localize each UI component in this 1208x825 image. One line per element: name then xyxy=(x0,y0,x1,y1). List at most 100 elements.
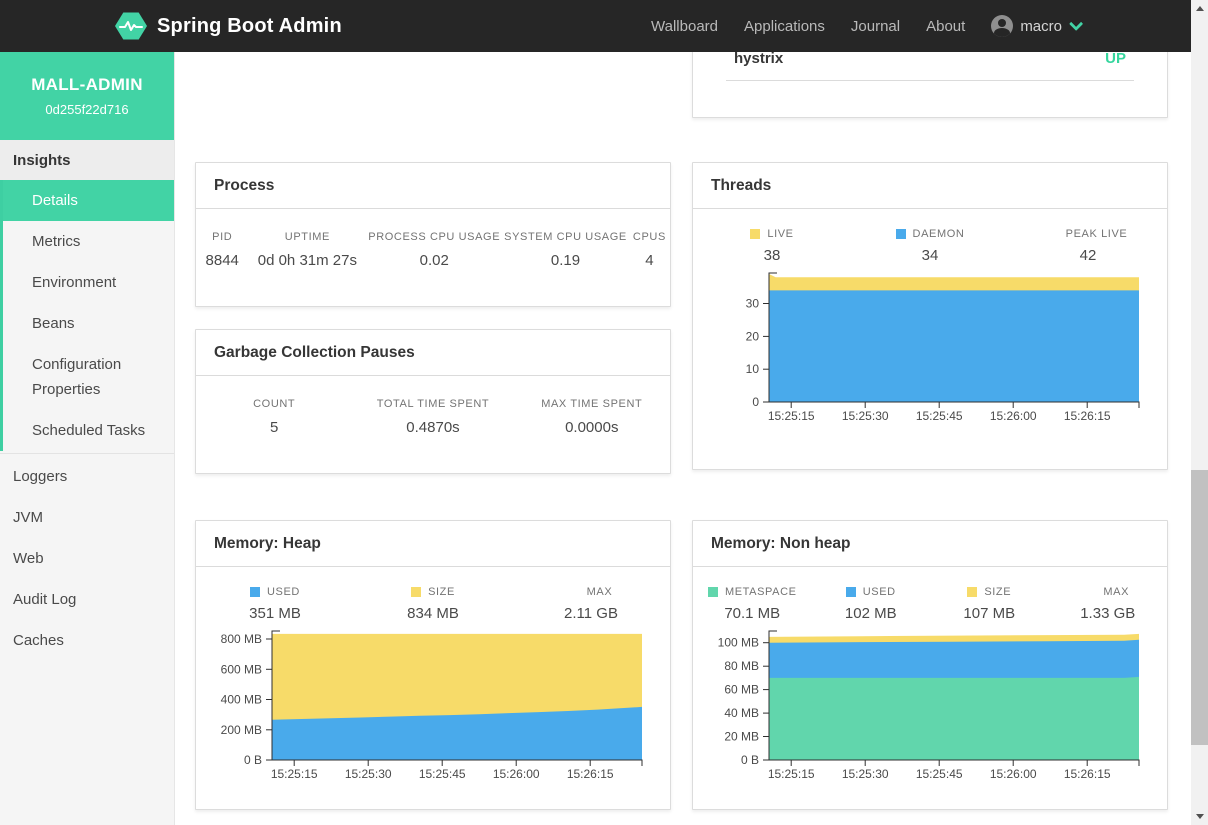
sidebar: MALL-ADMIN 0d255f22d716 Insights Details… xyxy=(0,52,175,825)
nonheap-used-value: 102 MB xyxy=(845,605,897,622)
user-menu[interactable]: macro xyxy=(991,15,1079,37)
sidebar-section-insights[interactable]: Insights xyxy=(0,140,174,180)
process-cpus-value: 4 xyxy=(629,243,670,269)
process-col-process-cpu: PROCESS CPU USAGE xyxy=(366,231,502,243)
memory-nonheap-panel: Memory: Non heap METASPACE70.1 MB USED10… xyxy=(692,520,1168,810)
process-col-system-cpu: SYSTEM CPU USAGE xyxy=(502,231,629,243)
svg-text:15:25:45: 15:25:45 xyxy=(916,767,963,779)
svg-text:15:25:30: 15:25:30 xyxy=(842,767,889,779)
process-system-cpu-value: 0.19 xyxy=(502,243,629,269)
memory-nonheap-title: Memory: Non heap xyxy=(693,521,1167,567)
svg-text:15:25:30: 15:25:30 xyxy=(842,409,889,421)
svg-text:15:26:00: 15:26:00 xyxy=(990,409,1037,421)
svg-text:15:25:45: 15:25:45 xyxy=(916,409,963,421)
sidebar-item-caches[interactable]: Caches xyxy=(0,620,174,661)
sidebar-item-jvm[interactable]: JVM xyxy=(0,497,174,538)
user-avatar-icon xyxy=(991,15,1013,37)
process-panel: Process PID UPTIME PROCESS CPU USAGE SYS… xyxy=(195,162,671,307)
sidebar-item-beans[interactable]: Beans xyxy=(3,303,174,344)
heap-max-label: MAX xyxy=(587,586,613,598)
threads-peak-value: 42 xyxy=(1080,247,1097,264)
heap-max-value: 2.11 GB xyxy=(564,605,618,622)
memory-heap-title: Memory: Heap xyxy=(196,521,670,567)
left-column: Process PID UPTIME PROCESS CPU USAGE SYS… xyxy=(195,52,671,810)
memory-heap-panel: Memory: Heap USED351 MB SIZE834 MB MAX2.… xyxy=(195,520,671,810)
nav-item-about[interactable]: About xyxy=(926,18,965,35)
svg-text:10: 10 xyxy=(746,362,760,376)
nonheap-max-label: MAX xyxy=(1103,586,1129,598)
svg-text:40 MB: 40 MB xyxy=(724,706,759,720)
svg-text:15:25:15: 15:25:15 xyxy=(768,409,815,421)
heap-used-value: 351 MB xyxy=(249,605,301,622)
svg-text:0: 0 xyxy=(752,395,759,409)
nonheap-metaspace-swatch-icon xyxy=(708,587,718,597)
sidebar-item-web[interactable]: Web xyxy=(0,538,174,579)
gc-max-time-value: 0.0000s xyxy=(514,410,670,436)
scroll-up-arrow-icon xyxy=(1196,6,1204,11)
memory-nonheap-legend: METASPACE70.1 MB USED102 MB SIZE107 MB M… xyxy=(693,586,1167,622)
sidebar-instance-id: 0d255f22d716 xyxy=(45,102,128,117)
sidebar-item-loggers[interactable]: Loggers xyxy=(0,456,174,497)
process-pid-value: 8844 xyxy=(196,243,248,269)
svg-text:15:25:15: 15:25:15 xyxy=(768,767,815,779)
heap-size-swatch-icon xyxy=(411,587,421,597)
nonheap-used-swatch-icon xyxy=(846,587,856,597)
svg-text:15:25:15: 15:25:15 xyxy=(271,767,318,779)
heap-used-swatch-icon xyxy=(250,587,260,597)
process-col-uptime: UPTIME xyxy=(248,231,366,243)
threads-peak-label: PEAK LIVE xyxy=(1066,228,1128,240)
process-col-cpus: CPUS xyxy=(629,231,670,243)
status-badge: UP xyxy=(1105,50,1126,67)
memory-heap-legend: USED351 MB SIZE834 MB MAX2.11 GB xyxy=(196,586,670,622)
threads-panel: Threads LIVE38 DAEMON34 PEAK LIVE42 0102… xyxy=(692,162,1168,470)
gc-stats-table: COUNT TOTAL TIME SPENT MAX TIME SPENT 5 … xyxy=(196,398,670,436)
sidebar-item-details[interactable]: Details xyxy=(3,180,174,221)
threads-daemon-value: 34 xyxy=(922,247,939,264)
svg-text:20: 20 xyxy=(746,329,760,343)
memory-nonheap-chart: 0 B20 MB40 MB60 MB80 MB100 MB15:25:1515:… xyxy=(693,627,1167,779)
threads-daemon-swatch-icon xyxy=(896,229,906,239)
gc-panel: Garbage Collection Pauses COUNT TOTAL TI… xyxy=(195,329,671,474)
sidebar-item-scheduled-tasks[interactable]: Scheduled Tasks xyxy=(3,410,174,451)
process-uptime-value: 0d 0h 31m 27s xyxy=(248,243,366,269)
sidebar-bottom-menu: Loggers JVM Web Audit Log Caches xyxy=(0,453,174,661)
nav-item-journal[interactable]: Journal xyxy=(851,18,900,35)
navbar-brand[interactable]: Spring Boot Admin xyxy=(115,12,342,40)
brand-title: Spring Boot Admin xyxy=(157,15,342,38)
gc-col-count: COUNT xyxy=(196,398,352,410)
svg-text:200 MB: 200 MB xyxy=(221,723,262,737)
gc-count-value: 5 xyxy=(196,410,352,436)
threads-live-label: LIVE xyxy=(767,228,793,240)
svg-text:15:26:00: 15:26:00 xyxy=(493,767,540,779)
scroll-down-arrow-icon xyxy=(1196,814,1204,819)
svg-text:15:25:30: 15:25:30 xyxy=(345,767,392,779)
sidebar-item-audit-log[interactable]: Audit Log xyxy=(0,579,174,620)
nav-item-wallboard[interactable]: Wallboard xyxy=(651,18,718,35)
right-column: hystrix UP Threads LIVE38 DAEMON34 PEAK … xyxy=(692,52,1168,810)
nonheap-metaspace-value: 70.1 MB xyxy=(724,605,780,622)
gc-col-total-time: TOTAL TIME SPENT xyxy=(352,398,513,410)
sidebar-item-environment[interactable]: Environment xyxy=(3,262,174,303)
gc-panel-title: Garbage Collection Pauses xyxy=(196,330,670,376)
scrollbar-down-button[interactable] xyxy=(1191,808,1208,825)
sidebar-app-name: MALL-ADMIN xyxy=(31,75,143,95)
scrollbar-up-button[interactable] xyxy=(1191,0,1208,17)
svg-text:0 B: 0 B xyxy=(244,753,262,767)
heap-size-label: SIZE xyxy=(428,586,455,598)
sidebar-item-configuration-properties[interactable]: Configuration Properties xyxy=(3,344,174,410)
sidebar-item-metrics[interactable]: Metrics xyxy=(3,221,174,262)
svg-text:15:25:45: 15:25:45 xyxy=(419,767,466,779)
scrollbar-thumb[interactable] xyxy=(1191,470,1208,745)
threads-panel-title: Threads xyxy=(693,163,1167,209)
threads-chart: 010203015:25:1515:25:3015:25:4515:26:001… xyxy=(693,269,1167,421)
instance-name[interactable]: hystrix xyxy=(734,50,783,67)
threads-daemon-label: DAEMON xyxy=(913,228,965,240)
gc-col-max-time: MAX TIME SPENT xyxy=(514,398,670,410)
process-col-pid: PID xyxy=(196,231,248,243)
svg-text:80 MB: 80 MB xyxy=(724,659,759,673)
nav-item-applications[interactable]: Applications xyxy=(744,18,825,35)
sidebar-instance-header[interactable]: MALL-ADMIN 0d255f22d716 xyxy=(0,52,174,140)
svg-text:15:26:15: 15:26:15 xyxy=(567,767,614,779)
heap-size-value: 834 MB xyxy=(407,605,459,622)
svg-text:0 B: 0 B xyxy=(741,753,759,767)
